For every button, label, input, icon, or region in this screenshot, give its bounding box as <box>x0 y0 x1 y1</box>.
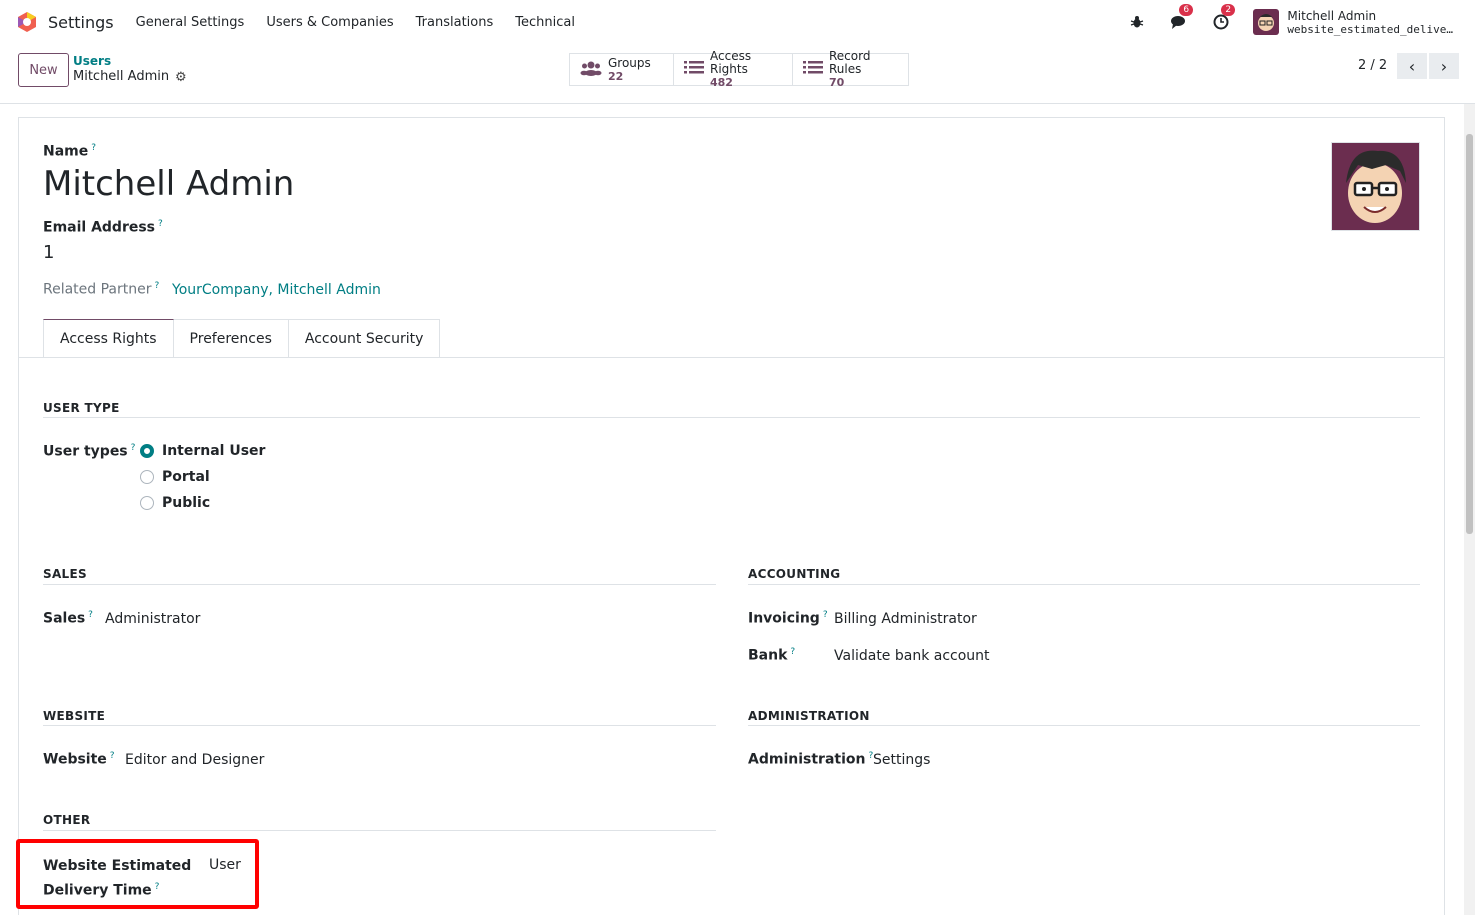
radio-selected-icon <box>140 444 154 458</box>
list-icon <box>684 60 704 80</box>
help-icon[interactable]: ? <box>158 219 163 229</box>
groups-label: Groups <box>608 55 651 70</box>
section-website: WEBSITE <box>43 709 106 723</box>
breadcrumb-users[interactable]: Users <box>73 54 111 68</box>
control-panel: New Users Mitchell Admin ⚙ Groups 22 Acc… <box>0 44 1475 104</box>
tab-divider <box>19 357 1444 358</box>
pager-next-button[interactable]: › <box>1429 53 1459 79</box>
section-divider <box>43 830 716 831</box>
name-input[interactable]: Mitchell Admin <box>43 164 294 204</box>
help-icon[interactable]: ? <box>131 443 136 453</box>
user-name: Mitchell Admin <box>1287 8 1377 23</box>
related-partner-label: Related Partner? <box>43 281 160 298</box>
website-select[interactable]: Editor and Designer <box>125 752 264 768</box>
user-avatar[interactable] <box>1253 9 1280 35</box>
scrollbar-thumb[interactable] <box>1466 134 1473 534</box>
radio-icon <box>140 470 154 484</box>
activities-clock-icon[interactable]: 2 <box>1211 4 1236 32</box>
section-divider <box>43 417 1420 418</box>
list-icon <box>803 60 823 80</box>
section-user-type: USER TYPE <box>43 401 120 415</box>
smart-buttons: Groups 22 Access Rights 482 Record Rules… <box>569 50 909 89</box>
user-menu[interactable]: Mitchell Admin website_estimated_delive… <box>1287 9 1453 36</box>
section-divider <box>43 584 716 585</box>
new-button[interactable]: New <box>18 53 69 87</box>
menu-translations[interactable]: Translations <box>416 15 494 30</box>
menu-users-companies[interactable]: Users & Companies <box>266 15 393 30</box>
section-divider <box>748 584 1420 585</box>
access-rights-smart-button[interactable]: Access Rights 482 <box>674 50 793 89</box>
tab-account-security[interactable]: Account Security <box>288 319 441 358</box>
email-input[interactable]: 1 <box>43 242 54 263</box>
administration-label: Administration? <box>748 751 874 768</box>
help-icon[interactable]: ? <box>155 281 160 291</box>
messages-icon[interactable]: 6 <box>1169 4 1194 32</box>
app-name[interactable]: Settings <box>48 13 114 32</box>
help-icon[interactable]: ? <box>91 143 96 153</box>
access-rights-count: 482 <box>710 76 733 89</box>
bank-label: Bank? <box>748 647 796 664</box>
help-icon[interactable]: ? <box>823 610 828 620</box>
section-administration: ADMINISTRATION <box>748 709 870 723</box>
website-label: Website? <box>43 751 115 768</box>
help-icon[interactable]: ? <box>790 647 795 657</box>
user-type-public[interactable]: Public <box>140 495 210 511</box>
invoicing-select[interactable]: Billing Administrator <box>834 611 977 627</box>
odoo-logo-icon[interactable] <box>16 11 38 33</box>
scrollbar[interactable] <box>1464 104 1475 915</box>
record-rules-count: 70 <box>829 76 845 89</box>
record-rules-smart-button[interactable]: Record Rules 70 <box>793 50 908 89</box>
administration-select[interactable]: Settings <box>873 752 930 768</box>
database-name: website_estimated_delive… <box>1287 22 1453 36</box>
chevron-right-icon: › <box>1440 56 1448 76</box>
access-rights-label: Access Rights <box>710 49 752 76</box>
debug-bug-icon[interactable] <box>1127 12 1147 32</box>
breadcrumb-current: Mitchell Admin <box>73 69 170 84</box>
pager-value[interactable]: 2 / 2 <box>1358 58 1387 73</box>
name-label: Name? <box>43 143 97 160</box>
tab-preferences[interactable]: Preferences <box>173 319 289 358</box>
section-other: OTHER <box>43 813 91 827</box>
help-icon[interactable]: ? <box>88 610 93 620</box>
radio-icon <box>140 496 154 510</box>
help-icon[interactable]: ? <box>110 751 115 761</box>
chevron-left-icon: ‹ <box>1408 56 1416 76</box>
sales-select[interactable]: Administrator <box>105 611 200 627</box>
related-partner-link[interactable]: YourCompany, Mitchell Admin <box>172 282 381 298</box>
user-avatar-image[interactable] <box>1331 142 1420 231</box>
gear-icon[interactable]: ⚙ <box>175 70 187 85</box>
section-divider <box>748 725 1420 726</box>
section-divider <box>43 725 716 726</box>
pager-previous-button[interactable]: ‹ <box>1397 53 1427 79</box>
user-type-portal[interactable]: Portal <box>140 469 210 485</box>
activities-badge: 2 <box>1221 4 1236 16</box>
record-rules-label: Record Rules <box>829 49 871 76</box>
invoicing-label: Invoicing? <box>748 610 828 627</box>
section-sales: SALES <box>43 567 87 581</box>
email-label: Email Address? <box>43 219 163 236</box>
menu-general-settings[interactable]: General Settings <box>136 15 245 30</box>
notebook-tabs: Access Rights Preferences Account Securi… <box>43 319 441 358</box>
top-navbar: Settings General Settings Users & Compan… <box>0 0 1475 44</box>
user-types-label: User types? <box>43 443 136 460</box>
groups-count: 22 <box>608 69 624 83</box>
bank-select[interactable]: Validate bank account <box>834 648 990 664</box>
groups-smart-button[interactable]: Groups 22 <box>570 54 674 85</box>
messages-badge: 6 <box>1179 4 1194 16</box>
users-icon <box>580 60 602 80</box>
highlight-annotation-box <box>16 839 259 909</box>
form-sheet: Name? Mitchell Admin Email Address? 1 Re… <box>18 117 1445 915</box>
user-type-internal[interactable]: Internal User <box>140 443 265 459</box>
section-accounting: ACCOUNTING <box>748 567 841 581</box>
tab-access-rights[interactable]: Access Rights <box>43 319 174 358</box>
sales-label: Sales? <box>43 610 93 627</box>
menu-technical[interactable]: Technical <box>515 15 575 30</box>
